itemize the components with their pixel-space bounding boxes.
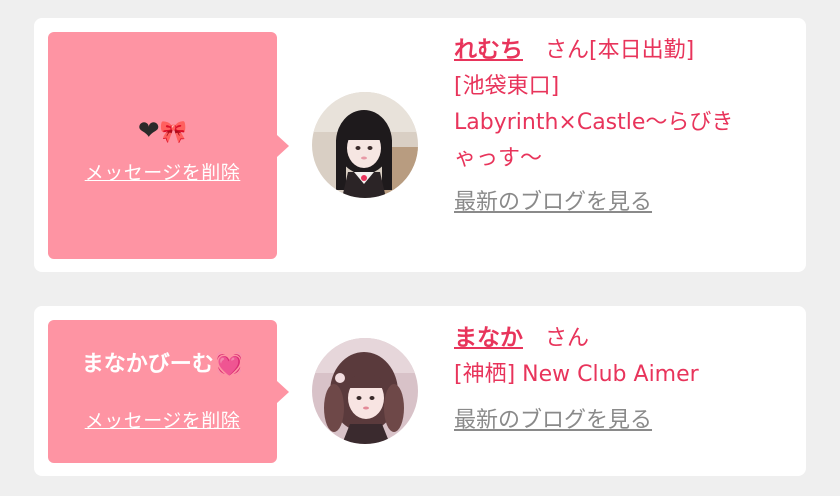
sender-name-link[interactable]: れむち xyxy=(454,37,523,63)
black-heart-icon: ❤ xyxy=(137,116,160,146)
sender-honorific: さん[本日出勤] xyxy=(545,38,695,63)
message-card: まなかびーむ💓 メッセージを削除 まなか さん [神栖] New Club Aim… xyxy=(34,306,806,476)
latest-blog-link[interactable]: 最新のブログを見る xyxy=(454,185,652,221)
delete-message-link[interactable]: メッセージを削除 xyxy=(48,406,277,433)
sender-honorific: さん xyxy=(545,326,590,351)
avatar[interactable] xyxy=(312,92,418,198)
message-text-label: まなかびーむ xyxy=(81,352,214,377)
shop-name: [神栖] New Club Aimer xyxy=(454,362,699,387)
sparkling-heart-icon: 💓 xyxy=(215,352,244,377)
message-bubble: まなかびーむ💓 メッセージを削除 xyxy=(48,320,289,463)
sender-name-link[interactable]: まなか xyxy=(454,325,523,351)
avatar[interactable] xyxy=(312,338,418,444)
message-text: まなかびーむ💓 xyxy=(48,346,277,378)
delete-message-link[interactable]: メッセージを削除 xyxy=(48,158,277,185)
sender-info: れむち さん[本日出勤] [池袋東口] Labyrinth×Castle～らびきゃ… xyxy=(454,32,794,221)
message-card: ❤🎀 メッセージを削除 れむち さん[本日出勤] [池袋東口] Labyrinth… xyxy=(34,18,806,272)
shop-name: [池袋東口] Labyrinth×Castle～らびきゃっす～ xyxy=(454,74,734,171)
message-text: ❤🎀 xyxy=(48,116,277,146)
message-bubble: ❤🎀 メッセージを削除 xyxy=(48,32,289,259)
sender-info: まなか さん [神栖] New Club Aimer 最新のブログを見る xyxy=(454,320,794,439)
latest-blog-link[interactable]: 最新のブログを見る xyxy=(454,403,652,439)
girl-black-hair-avatar-icon xyxy=(312,92,418,198)
ribbon-icon: 🎀 xyxy=(159,120,188,145)
girl-brown-hair-avatar-icon xyxy=(312,338,418,444)
